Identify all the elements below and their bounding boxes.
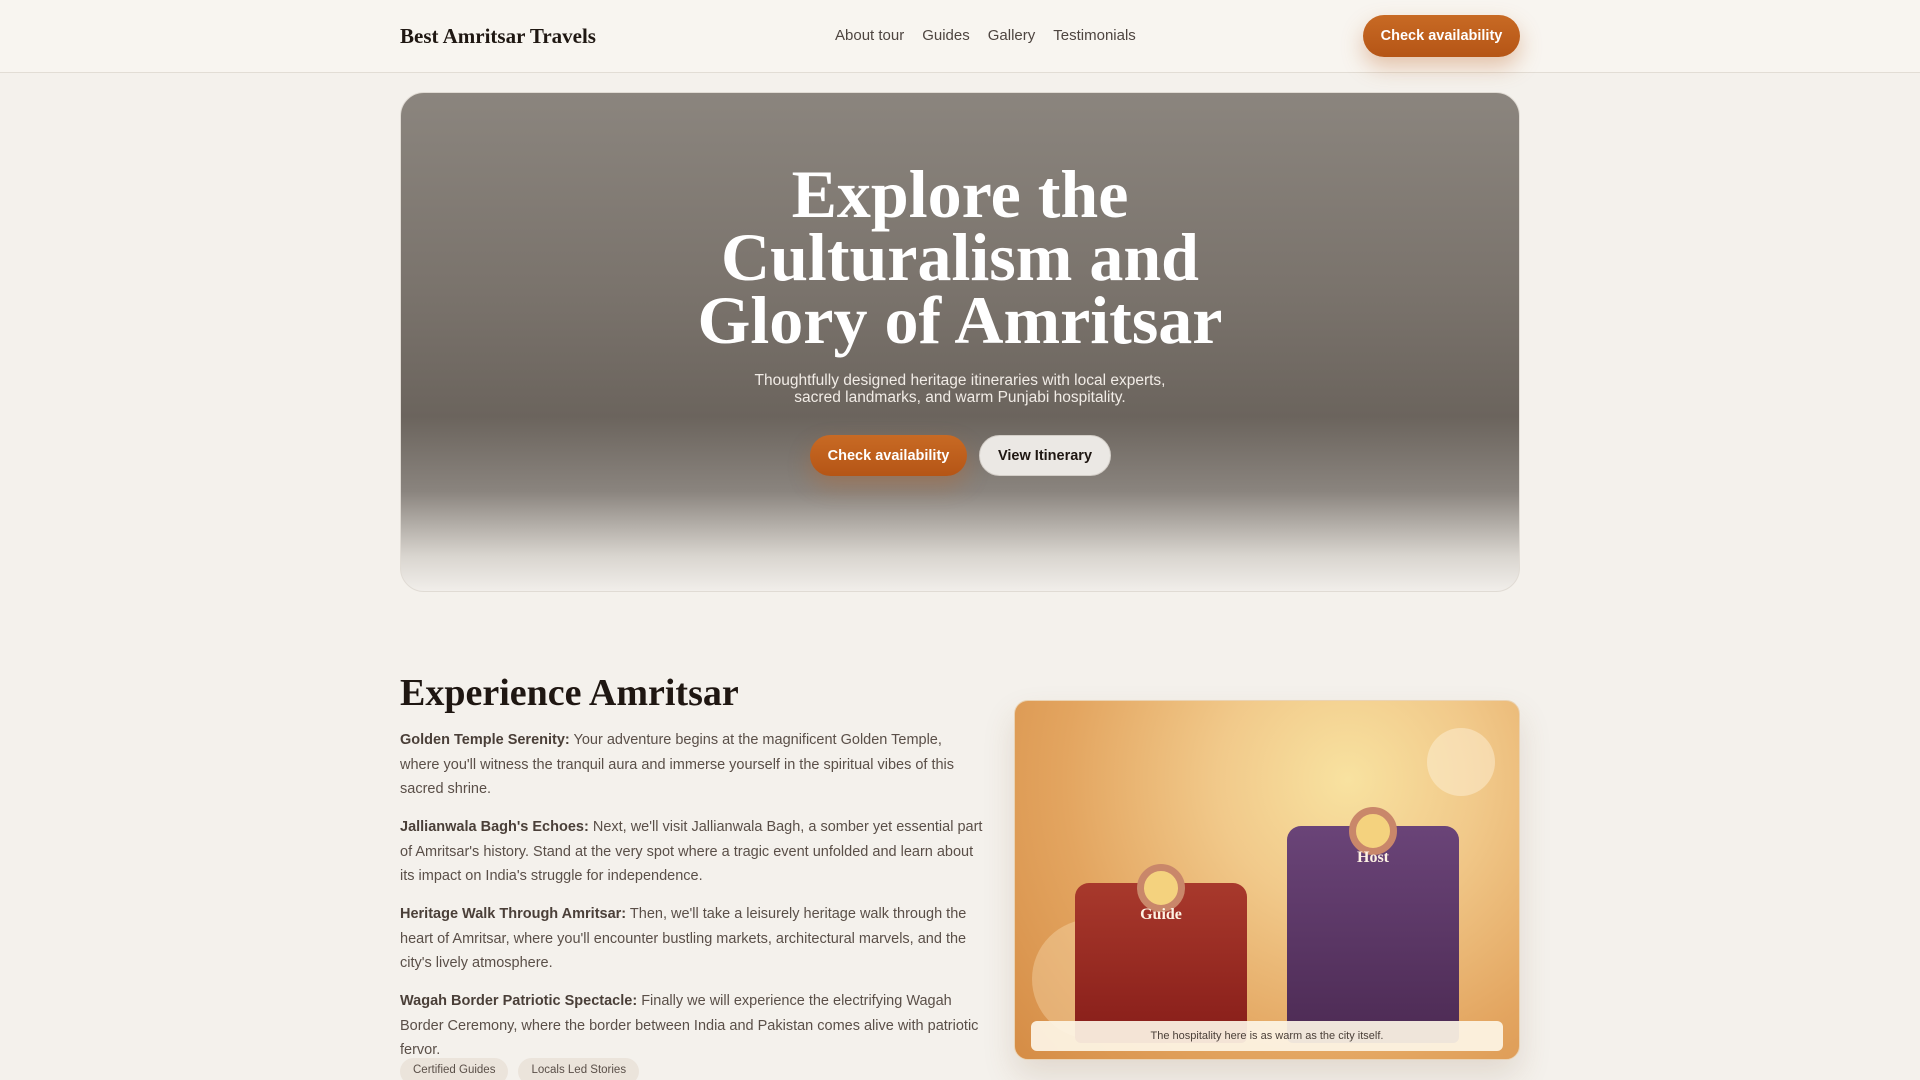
paragraph-heading: Jallianwala Bagh's Echoes:: [400, 819, 589, 835]
hero-title-line: Culturalism and: [721, 219, 1199, 295]
brand-logo-text[interactable]: Best Amritsar Travels: [400, 24, 596, 49]
main-nav: About tour Guides Gallery Testimonials: [835, 27, 1136, 44]
view-itinerary-button[interactable]: View Itinerary: [979, 435, 1111, 476]
nav-link-about-tour[interactable]: About tour: [835, 27, 904, 44]
host-label: Host: [1357, 849, 1389, 866]
nav-link-gallery[interactable]: Gallery: [988, 27, 1036, 44]
hero-title-line: Glory of Amritsar: [697, 282, 1223, 358]
hospitality-illustration-card: Guide Host The hospitality here is as wa…: [1014, 700, 1520, 1060]
itinerary-paragraph: Heritage Walk Through Amritsar: Then, we…: [400, 902, 985, 976]
experience-section-title: Experience Amritsar: [400, 672, 739, 714]
host-head-icon: [1349, 807, 1397, 855]
guide-head-icon: [1137, 864, 1185, 912]
guide-label: Guide: [1140, 906, 1182, 923]
itinerary-paragraph: Golden Temple Serenity: Your adventure b…: [400, 728, 985, 802]
header-check-availability-button[interactable]: Check availability: [1363, 15, 1520, 57]
site-header: Best Amritsar Travels About tour Guides …: [0, 0, 1920, 73]
itinerary-paragraph: Wagah Border Patriotic Spectacle: Finall…: [400, 989, 985, 1063]
decorative-glow-circle: [1427, 728, 1495, 796]
hero-banner: Explore the Culturalism and Glory of Amr…: [400, 92, 1520, 592]
hero-title-line: Explore the: [791, 156, 1129, 232]
hero-title: Explore the Culturalism and Glory of Amr…: [401, 156, 1519, 358]
hero-subtitle: Thoughtfully designed heritage itinerari…: [401, 372, 1519, 406]
hero-subtitle-line: sacred landmarks, and warm Punjabi hospi…: [794, 389, 1126, 406]
chip-locals-led-stories: Locals Led Stories: [518, 1058, 640, 1080]
illustration-caption: The hospitality here is as warm as the c…: [1031, 1021, 1503, 1051]
nav-link-testimonials[interactable]: Testimonials: [1053, 27, 1136, 44]
paragraph-heading: Heritage Walk Through Amritsar:: [400, 906, 627, 922]
hero-subtitle-line: Thoughtfully designed heritage itinerari…: [754, 372, 1166, 389]
hero-check-availability-button[interactable]: Check availability: [810, 435, 967, 476]
nav-link-guides[interactable]: Guides: [922, 27, 970, 44]
paragraph-heading: Golden Temple Serenity:: [400, 732, 570, 748]
feature-chips: Certified Guides Locals Led Stories: [400, 1058, 640, 1080]
paragraph-heading: Wagah Border Patriotic Spectacle:: [400, 993, 638, 1009]
itinerary-paragraph: Jallianwala Bagh's Echoes: Next, we'll v…: [400, 815, 985, 889]
chip-certified-guides: Certified Guides: [400, 1058, 509, 1080]
